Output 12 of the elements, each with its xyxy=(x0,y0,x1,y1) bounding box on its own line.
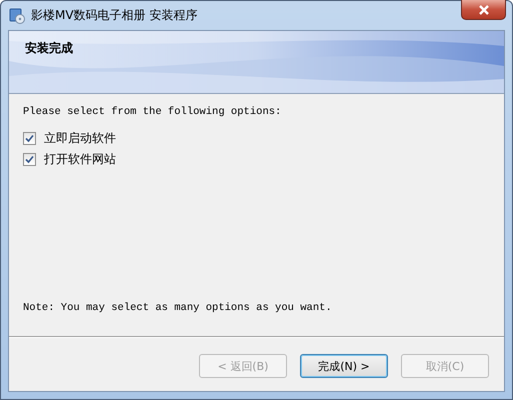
prompt-text: Please select from the following options: xyxy=(23,106,282,118)
close-button[interactable] xyxy=(461,0,506,20)
checkbox[interactable] xyxy=(23,153,36,166)
installer-icon xyxy=(9,8,25,24)
window-title: 影楼MV数码电子相册 安装程序 xyxy=(31,7,198,24)
wizard-button[interactable]: 完成(N) > xyxy=(300,354,388,378)
header-title: 安装完成 xyxy=(25,40,73,57)
note-text: Note: You may select as many options as you want. xyxy=(23,302,333,314)
option-label[interactable]: 打开软件网站 xyxy=(44,151,116,168)
checkbox[interactable] xyxy=(23,132,36,145)
option-label[interactable]: 立即启动软件 xyxy=(44,130,116,147)
close-icon xyxy=(478,4,490,14)
